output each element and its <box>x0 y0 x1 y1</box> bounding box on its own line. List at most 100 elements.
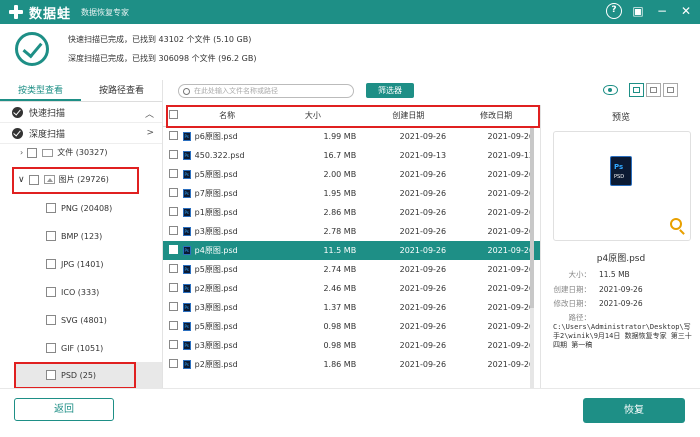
table-row[interactable]: Ps p3原图.psd 0.98 MB 2021-09-26 2021-09-26 <box>163 336 540 355</box>
quick-scan-label: 快速扫描 <box>29 108 66 119</box>
file-modified: 2021-09-26 <box>487 303 535 312</box>
tree-item-documents[interactable]: › 文件 (30327) <box>20 147 107 158</box>
file-modified: 2021-09-26 <box>487 265 535 274</box>
file-name: p2原图.psd <box>194 360 238 369</box>
checkbox[interactable] <box>46 231 56 241</box>
file-created: 2021-09-26 <box>399 189 447 198</box>
tree-item-svg[interactable]: SVG (4801) <box>46 315 107 325</box>
file-created: 2021-09-26 <box>399 341 447 350</box>
file-modified: 2021-09-26 <box>487 227 535 236</box>
row-checkbox[interactable] <box>169 188 178 197</box>
file-created: 2021-09-26 <box>399 284 447 293</box>
row-checkbox[interactable] <box>169 302 178 311</box>
detail-view-icon[interactable] <box>663 83 678 97</box>
row-checkbox[interactable] <box>169 150 178 159</box>
document-icon <box>42 148 54 157</box>
psd-file-icon: Ps <box>182 246 191 255</box>
tree-item-gif[interactable]: GIF (1051) <box>46 343 103 353</box>
list-view-icon[interactable] <box>646 83 661 97</box>
tree-item-bmp[interactable]: BMP (123) <box>46 231 102 241</box>
tree-label: SVG (4801) <box>61 315 107 325</box>
row-checkbox[interactable] <box>169 264 178 273</box>
deep-scan-label: 深度扫描 <box>29 129 66 140</box>
table-row[interactable]: Ps p2原图.psd 1.86 MB 2021-09-26 2021-09-26 <box>163 355 540 374</box>
file-created: 2021-09-26 <box>399 208 447 217</box>
table-row[interactable]: Ps p1原图.psd 2.86 MB 2021-09-26 2021-09-26 <box>163 203 540 222</box>
file-modified: 2021-09-13 <box>487 151 535 160</box>
file-table: 名称 大小 创建日期 修改日期 Ps p6原图.psd 1.99 MB 2021-09… <box>163 105 540 388</box>
deep-scan-group[interactable]: 深度扫描 > <box>0 123 162 144</box>
table-row[interactable]: Ps p5原图.psd 2.00 MB 2021-09-26 2021-09-26 <box>163 165 540 184</box>
file-size: 2.00 MB <box>323 170 357 179</box>
grid-view-icon[interactable] <box>629 83 644 97</box>
table-row[interactable]: Ps p5原图.psd 0.98 MB 2021-09-26 2021-09-26 <box>163 317 540 336</box>
row-checkbox[interactable] <box>169 283 178 292</box>
tab-by-type[interactable]: 按类型查看 <box>0 80 81 101</box>
row-checkbox[interactable] <box>169 359 178 368</box>
psd-file-icon: Ps <box>182 265 191 274</box>
psd-file-icon: Ps <box>182 341 191 350</box>
recover-button[interactable]: 恢复 <box>583 398 685 423</box>
file-created: 2021-09-26 <box>399 170 447 179</box>
table-scrollbar[interactable] <box>530 128 534 388</box>
tree-item-ico[interactable]: ICO (333) <box>46 287 99 297</box>
table-row[interactable]: Ps 450.322.psd 16.7 MB 2021-09-13 2021-09-13 <box>163 146 540 165</box>
row-checkbox[interactable] <box>169 321 178 330</box>
eye-icon[interactable] <box>603 85 618 95</box>
row-checkbox[interactable] <box>169 169 178 178</box>
psd-file-icon: Ps <box>182 189 191 198</box>
tree-label: BMP (123) <box>61 231 103 241</box>
row-checkbox[interactable] <box>169 340 178 349</box>
tree-label: PNG (20408) <box>61 203 113 213</box>
file-name: p4原图.psd <box>194 246 238 255</box>
file-created: 2021-09-13 <box>399 151 447 160</box>
table-row[interactable]: Ps p3原图.psd 1.37 MB 2021-09-26 2021-09-26 <box>163 298 540 317</box>
file-size: 0.98 MB <box>323 341 357 350</box>
table-row[interactable]: Ps p2原图.psd 2.46 MB 2021-09-26 2021-09-26 <box>163 279 540 298</box>
tree-item-jpg[interactable]: JPG (1401) <box>46 259 104 269</box>
filter-button[interactable]: 筛选器 <box>366 83 414 98</box>
close-icon[interactable]: ✕ <box>678 3 694 19</box>
file-created: 2021-09-26 <box>399 227 447 236</box>
search-input[interactable] <box>194 87 344 95</box>
file-size: 1.86 MB <box>323 360 357 369</box>
table-row[interactable]: Ps p3原图.psd 2.78 MB 2021-09-26 2021-09-26 <box>163 222 540 241</box>
table-row[interactable]: Ps p5原图.psd 2.74 MB 2021-09-26 2021-09-26 <box>163 260 540 279</box>
file-created: 2021-09-26 <box>399 322 447 331</box>
row-checkbox[interactable] <box>169 226 178 235</box>
quick-scan-group[interactable]: 快速扫描 ︿ <box>0 102 162 123</box>
checkbox[interactable] <box>46 343 56 353</box>
table-row[interactable]: Ps p4原图.psd 11.5 MB 2021-09-26 2021-09-26 <box>163 241 540 260</box>
checkbox[interactable] <box>46 203 56 213</box>
logo-plus-icon <box>8 4 24 20</box>
checkbox[interactable] <box>46 287 56 297</box>
zoom-icon[interactable] <box>670 218 682 230</box>
tab-by-path[interactable]: 按路径查看 <box>81 80 162 101</box>
psd-file-icon: Ps <box>182 360 191 369</box>
file-name: p2原图.psd <box>194 284 238 293</box>
tree-item-png[interactable]: PNG (20408) <box>46 203 112 213</box>
view-tabs: 按类型查看 按路径查看 <box>0 80 162 102</box>
checkbox[interactable] <box>46 259 56 269</box>
help-icon[interactable]: ? <box>606 3 622 19</box>
row-checkbox[interactable] <box>169 131 178 140</box>
meta-path: C:\Users\Administrator\Desktop\写手2\winik… <box>553 323 692 349</box>
preview-image: Ps PSD <box>553 131 691 241</box>
table-row[interactable]: Ps p7原图.psd 1.95 MB 2021-09-26 2021-09-26 <box>163 184 540 203</box>
highlight-box <box>12 167 139 194</box>
checkbox[interactable] <box>46 315 56 325</box>
file-size: 2.78 MB <box>323 227 357 236</box>
psd-file-icon: Ps <box>182 151 191 160</box>
row-checkbox[interactable] <box>169 207 178 216</box>
minimize-icon[interactable]: − <box>654 3 670 19</box>
save-icon[interactable]: ▣ <box>630 3 646 19</box>
psd-file-icon: Ps <box>182 322 191 331</box>
table-row[interactable]: Ps p6原图.psd 1.99 MB 2021-09-26 2021-09-26 <box>163 127 540 146</box>
tree-label: ICO (333) <box>61 287 100 297</box>
back-button[interactable]: 返回 <box>14 398 114 421</box>
row-checkbox[interactable] <box>169 245 178 254</box>
file-size: 2.86 MB <box>323 208 357 217</box>
highlight-box <box>14 362 136 389</box>
view-mode-switch <box>627 83 678 97</box>
checkbox[interactable] <box>27 147 38 158</box>
